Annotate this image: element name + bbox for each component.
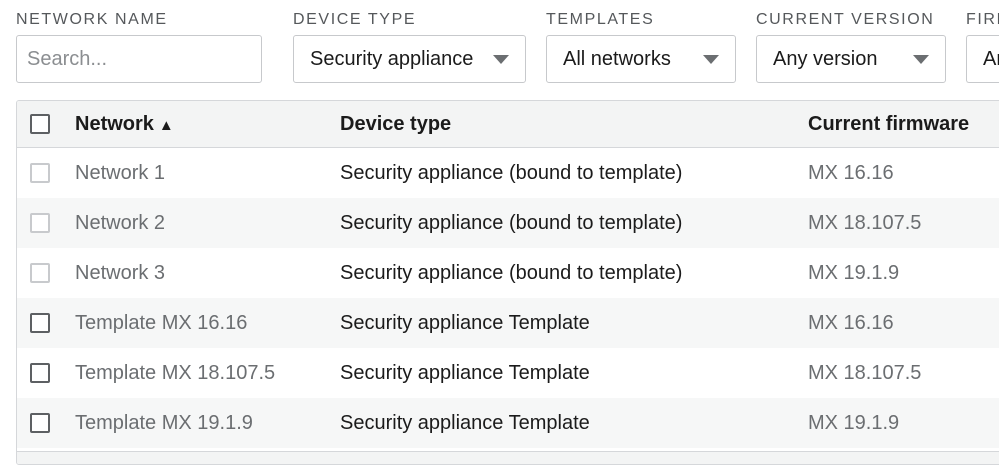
chevron-down-icon: [913, 55, 929, 64]
network-header-label: Network: [75, 112, 154, 135]
table-row[interactable]: Network 2 Security appliance (bound to t…: [17, 198, 999, 248]
network-name-cell[interactable]: Network 1: [75, 148, 165, 198]
device-type-label: DEVICE TYPE: [293, 11, 417, 28]
row-checkbox[interactable]: [30, 313, 50, 333]
device-type-cell: Security appliance Template: [340, 361, 590, 384]
device-type-cell: Security appliance (bound to template): [340, 211, 683, 234]
sort-ascending-icon: ▲: [158, 116, 174, 134]
row-checkbox[interactable]: [30, 363, 50, 383]
network-name-cell[interactable]: Network 3: [75, 248, 165, 298]
network-name-cell[interactable]: Template MX 16.16: [75, 298, 247, 348]
current-version-select[interactable]: Any version: [756, 35, 946, 83]
network-name-cell[interactable]: Network 2: [75, 198, 165, 248]
row-checkbox-cell: [30, 248, 50, 298]
row-checkbox-cell: [30, 298, 50, 348]
network-column-header[interactable]: Network ▲: [75, 101, 174, 147]
select-all-cell: [30, 101, 50, 147]
row-checkbox-cell: [30, 398, 50, 448]
chevron-down-icon: [493, 55, 509, 64]
table-row[interactable]: Template MX 16.16 Security appliance Tem…: [17, 298, 999, 348]
firmware-cell: MX 19.1.9: [808, 411, 900, 434]
device-type-cell: Security appliance Template: [340, 411, 590, 434]
row-checkbox: [30, 263, 50, 283]
current-firmware-column-header[interactable]: Current firmware: [808, 101, 969, 147]
firmware-select[interactable]: Ar: [966, 35, 999, 83]
firmware-cell: MX 16.16: [808, 161, 894, 184]
filter-bar: NETWORK NAME DEVICE TYPE Security applia…: [0, 0, 999, 100]
device-type-selected-value: Security appliance: [310, 48, 474, 70]
select-all-checkbox[interactable]: [30, 114, 50, 134]
row-checkbox[interactable]: [30, 413, 50, 433]
network-name-cell[interactable]: Template MX 19.1.9: [75, 398, 253, 448]
templates-selected-value: All networks: [563, 48, 671, 70]
network-name-search-box[interactable]: [16, 35, 262, 83]
networks-table: Network ▲ Device type Current firmware N…: [16, 100, 999, 465]
network-name-label: NETWORK NAME: [16, 11, 168, 28]
firmware-cell: MX 18.107.5: [808, 211, 922, 234]
row-checkbox: [30, 163, 50, 183]
network-search-input[interactable]: [17, 36, 261, 82]
row-checkbox-cell: [30, 198, 50, 248]
firmware-label: FIRM: [966, 11, 999, 28]
table-row[interactable]: Network 3 Security appliance (bound to t…: [17, 248, 999, 298]
row-checkbox: [30, 213, 50, 233]
firmware-cell: MX 19.1.9: [808, 261, 900, 284]
table-header-row: Network ▲ Device type Current firmware: [17, 101, 999, 148]
firmware-cell: MX 16.16: [808, 311, 894, 334]
device-type-column-header[interactable]: Device type: [340, 101, 451, 147]
current-version-label: CURRENT VERSION: [756, 11, 935, 28]
device-type-cell: Security appliance (bound to template): [340, 261, 683, 284]
templates-label: TEMPLATES: [546, 11, 655, 28]
network-name-cell[interactable]: Template MX 18.107.5: [75, 348, 275, 398]
row-checkbox-cell: [30, 148, 50, 198]
current-version-selected-value: Any version: [773, 48, 878, 70]
chevron-down-icon: [703, 55, 719, 64]
device-type-cell: Security appliance (bound to template): [340, 161, 683, 184]
templates-select[interactable]: All networks: [546, 35, 736, 83]
firmware-selected-value: Ar: [983, 48, 999, 70]
device-type-select[interactable]: Security appliance: [293, 35, 526, 83]
firmware-cell: MX 18.107.5: [808, 361, 922, 384]
table-row[interactable]: Network 1 Security appliance (bound to t…: [17, 148, 999, 198]
table-footer: [17, 451, 999, 464]
table-row[interactable]: Template MX 18.107.5 Security appliance …: [17, 348, 999, 398]
device-type-cell: Security appliance Template: [340, 311, 590, 334]
row-checkbox-cell: [30, 348, 50, 398]
firmware-filter: FIRM Ar: [966, 0, 999, 100]
table-row[interactable]: Template MX 19.1.9 Security appliance Te…: [17, 398, 999, 448]
